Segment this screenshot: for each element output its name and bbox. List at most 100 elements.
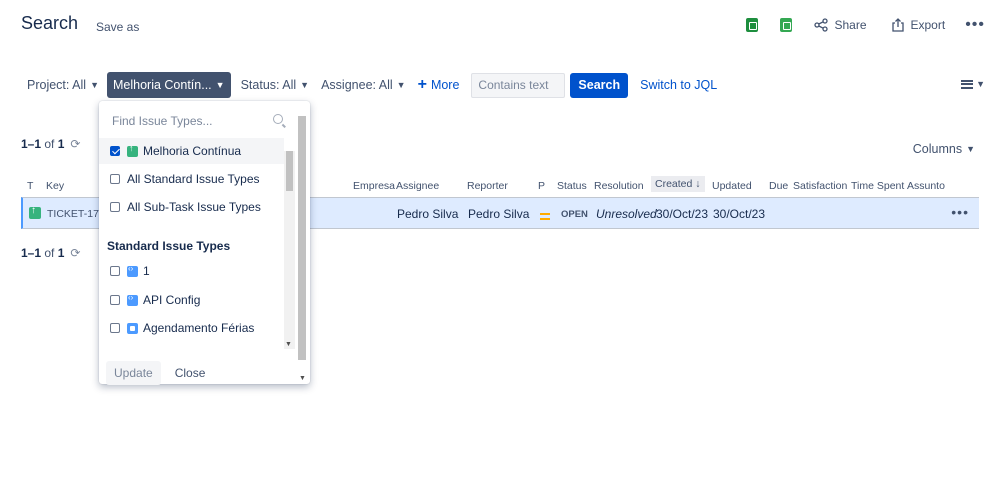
save-as-link[interactable]: Save as — [96, 20, 139, 34]
issue-type-filter-label: Melhoria Contín... — [112, 78, 212, 92]
share-label: Share — [834, 18, 867, 32]
option-standard-1[interactable]: 1 — [99, 258, 284, 284]
scroll-down-arrow-icon[interactable]: ▼ — [285, 341, 292, 348]
col-header-created-label: Created — [655, 178, 693, 190]
excel-export-icon[interactable] — [746, 18, 759, 32]
columns-button[interactable]: Columns ▼ — [913, 142, 975, 156]
share-button[interactable]: Share — [814, 18, 867, 32]
checkbox[interactable] — [110, 323, 120, 333]
row-created: 30/Oct/23 — [656, 207, 709, 221]
list-scrollbar[interactable]: ▼ — [284, 151, 295, 349]
option-label: All Standard Issue Types — [127, 172, 260, 186]
col-header-created[interactable]: Created ↓ — [651, 176, 705, 192]
switch-to-jql-link[interactable]: Switch to JQL — [640, 78, 717, 92]
status-lozenge: OPEN — [561, 209, 588, 220]
google-sheets-icon[interactable] — [780, 18, 793, 32]
refresh-icon[interactable]: ⟳ — [70, 137, 80, 151]
option-melhoria-continua[interactable]: Melhoria Contínua — [99, 138, 284, 164]
columns-label: Columns — [912, 142, 963, 156]
col-header-status[interactable]: Status — [557, 180, 587, 192]
result-range-bottom: 1–1 — [21, 246, 42, 260]
option-label: 1 — [143, 264, 150, 278]
export-icon — [891, 18, 904, 32]
checkbox-checked[interactable] — [110, 146, 120, 156]
row-actions-icon[interactable]: ••• — [951, 204, 969, 220]
page-title: Search — [21, 13, 79, 33]
of-label: of — [44, 137, 55, 151]
export-label: Export — [910, 18, 946, 32]
checkbox[interactable] — [110, 266, 120, 276]
chevron-down-icon: ▼ — [90, 80, 99, 90]
col-header-priority[interactable]: P — [538, 180, 545, 192]
more-dots-icon[interactable]: ••• — [965, 16, 985, 34]
search-button[interactable]: Search — [570, 72, 629, 98]
refresh-icon[interactable]: ⟳ — [70, 246, 80, 260]
option-label: All Sub-Task Issue Types — [127, 200, 261, 214]
chevron-down-icon: ▼ — [976, 79, 985, 89]
option-all-subtask[interactable]: All Sub-Task Issue Types — [99, 194, 284, 220]
row-reporter: Pedro Silva — [468, 207, 530, 221]
search-icon — [273, 114, 283, 124]
issue-type-dropdown: Melhoria Contínua All Standard Issue Typ… — [99, 101, 310, 385]
code-type-icon — [127, 293, 138, 306]
col-header-time-spent[interactable]: Time Spent — [851, 180, 904, 192]
assignee-filter-label: Assignee: All — [321, 78, 393, 92]
option-label: Melhoria Contínua — [143, 144, 242, 158]
list-scroll-thumb[interactable] — [286, 151, 293, 191]
checkbox[interactable] — [110, 202, 120, 212]
assignee-filter[interactable]: Assignee: All ▼ — [315, 72, 412, 98]
improvement-type-icon — [127, 143, 138, 157]
more-filters-label: More — [430, 78, 460, 92]
option-label: Agendamento Férias — [143, 321, 255, 335]
sort-down-arrow-icon: ↓ — [695, 178, 701, 190]
code-type-icon — [127, 264, 138, 277]
project-filter-label: Project: All — [27, 78, 87, 92]
result-total-bottom: 1 — [57, 246, 65, 260]
chevron-down-icon: ▼ — [396, 80, 406, 90]
close-button[interactable]: Close — [167, 361, 214, 385]
find-issue-types-input[interactable] — [105, 109, 291, 133]
col-header-updated[interactable]: Updated — [712, 180, 752, 192]
col-header-type[interactable]: T — [27, 180, 33, 192]
status-filter-label: Status: All — [240, 78, 297, 92]
status-filter[interactable]: Status: All ▼ — [235, 72, 316, 98]
dropdown-scroll-thumb[interactable] — [298, 116, 306, 360]
more-filters-button[interactable]: + More — [412, 76, 466, 94]
option-all-standard[interactable]: All Standard Issue Types — [99, 166, 284, 192]
view-options-menu[interactable]: ▼ — [961, 79, 985, 89]
result-range: 1–1 — [21, 137, 42, 151]
scroll-down-arrow-icon[interactable]: ▼ — [299, 375, 306, 382]
chevron-down-icon: ▼ — [966, 144, 975, 154]
col-header-due[interactable]: Due — [769, 180, 788, 192]
issue-type-filter[interactable]: Melhoria Contín... ▼ — [106, 72, 231, 98]
chevron-down-icon: ▼ — [300, 80, 310, 90]
group-label-standard: Standard Issue Types — [107, 239, 231, 253]
col-header-empresa[interactable]: Empresa — [353, 180, 395, 192]
option-agendamento-ferias[interactable]: Agendamento Férias — [99, 315, 284, 341]
col-header-reporter[interactable]: Reporter — [467, 180, 508, 192]
checkbox[interactable] — [110, 295, 120, 305]
project-filter[interactable]: Project: All ▼ — [21, 72, 105, 98]
top-actions: Share Export ••• — [746, 16, 985, 34]
row-resolution: Unresolved — [596, 207, 657, 221]
col-header-satisfaction[interactable]: Satisfaction — [793, 180, 847, 192]
hamburger-icon — [961, 79, 974, 89]
col-header-assunto[interactable]: Assunto — [907, 180, 945, 192]
filter-bar: Project: All ▼ Melhoria Contín... ▼ Stat… — [21, 72, 717, 98]
dropdown-scrollbar[interactable]: ▼ — [297, 116, 307, 382]
pagination-bottom: 1–1 of 1 ⟳ — [21, 246, 80, 260]
col-header-assignee[interactable]: Assignee — [396, 180, 439, 192]
contains-text-input[interactable] — [471, 72, 566, 98]
export-button[interactable]: Export — [891, 18, 946, 32]
improvement-type-icon — [29, 205, 41, 219]
update-button[interactable]: Update — [106, 361, 161, 385]
priority-medium-icon — [540, 213, 550, 220]
of-label-bottom: of — [44, 246, 55, 260]
checkbox[interactable] — [110, 174, 120, 184]
copy-type-icon — [127, 322, 138, 334]
option-api-config[interactable]: API Config — [99, 287, 284, 313]
col-header-resolution[interactable]: Resolution — [594, 180, 644, 192]
pagination-top: 1–1 of 1 ⟳ — [21, 137, 80, 151]
col-header-key[interactable]: Key — [46, 180, 64, 192]
row-updated: 30/Oct/23 — [713, 207, 766, 221]
